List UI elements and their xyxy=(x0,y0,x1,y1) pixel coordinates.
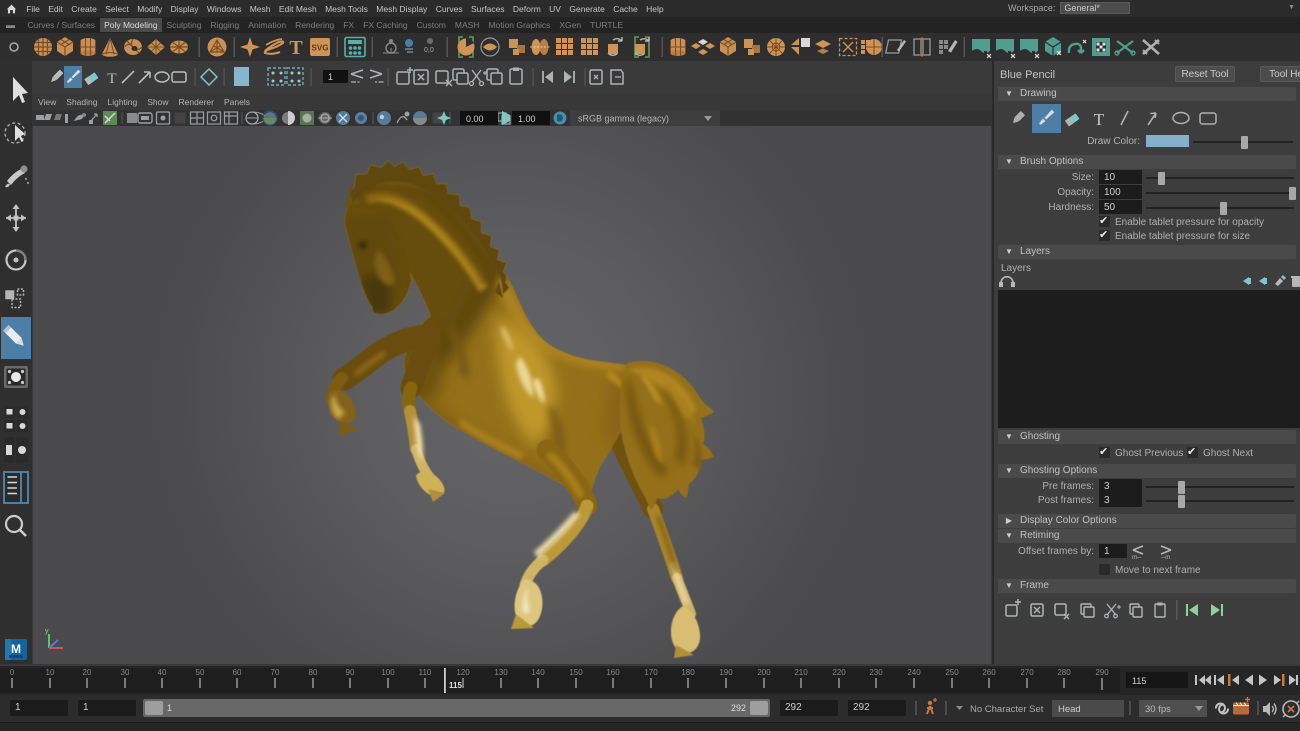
svg-text:─m: ─m xyxy=(1160,555,1170,560)
svg-text:280: 280 xyxy=(1057,668,1071,677)
svg-text:240: 240 xyxy=(907,668,921,677)
svg-text:0.00: 0.00 xyxy=(466,114,484,124)
svg-text:120: 120 xyxy=(456,668,470,677)
svg-text:110: 110 xyxy=(419,668,432,677)
svg-text:80: 80 xyxy=(309,668,318,677)
svg-text:200: 200 xyxy=(757,668,771,677)
svg-text:No Character Set: No Character Set xyxy=(970,704,1044,715)
svg-text:100: 100 xyxy=(381,668,395,677)
svg-text:270: 270 xyxy=(1020,668,1034,677)
svg-text:T: T xyxy=(1094,110,1105,129)
svg-text:290: 290 xyxy=(1095,668,1109,677)
svg-text:190: 190 xyxy=(719,668,733,677)
svg-text:30 fps: 30 fps xyxy=(1145,704,1171,715)
svg-text:210: 210 xyxy=(794,668,808,677)
svg-text:40: 40 xyxy=(158,668,167,677)
svg-text:90: 90 xyxy=(346,668,355,677)
svg-text:115: 115 xyxy=(1132,676,1146,686)
svg-text:70: 70 xyxy=(271,668,280,677)
svg-text:170: 170 xyxy=(644,668,658,677)
svg-text:sRGB gamma (legacy): sRGB gamma (legacy) xyxy=(578,114,669,124)
svg-text:115: 115 xyxy=(449,681,462,690)
svg-text:140: 140 xyxy=(531,668,545,677)
svg-text:160: 160 xyxy=(606,668,620,677)
svg-text:260: 260 xyxy=(982,668,996,677)
svg-text:60: 60 xyxy=(233,668,242,677)
svg-text:50: 50 xyxy=(196,668,205,677)
svg-text:T: T xyxy=(107,71,116,87)
svg-text:y: y xyxy=(45,628,49,635)
svg-text:M: M xyxy=(11,642,21,656)
svg-text:10: 10 xyxy=(46,668,55,677)
svg-text:m─: m─ xyxy=(1132,555,1142,560)
svg-text:0: 0 xyxy=(10,668,15,677)
svg-text:30: 30 xyxy=(121,668,130,677)
svg-text:250: 250 xyxy=(945,668,959,677)
svg-text:Head: Head xyxy=(1058,704,1081,715)
svg-text:230: 230 xyxy=(869,668,883,677)
svg-text:0,0: 0,0 xyxy=(424,47,434,54)
svg-text:1: 1 xyxy=(328,72,333,82)
svg-text:20: 20 xyxy=(83,668,92,677)
svg-text:180: 180 xyxy=(681,668,695,677)
svg-text:1.00: 1.00 xyxy=(518,114,536,124)
svg-text:130: 130 xyxy=(494,668,508,677)
svg-text:220: 220 xyxy=(832,668,846,677)
svg-text:150: 150 xyxy=(569,668,583,677)
